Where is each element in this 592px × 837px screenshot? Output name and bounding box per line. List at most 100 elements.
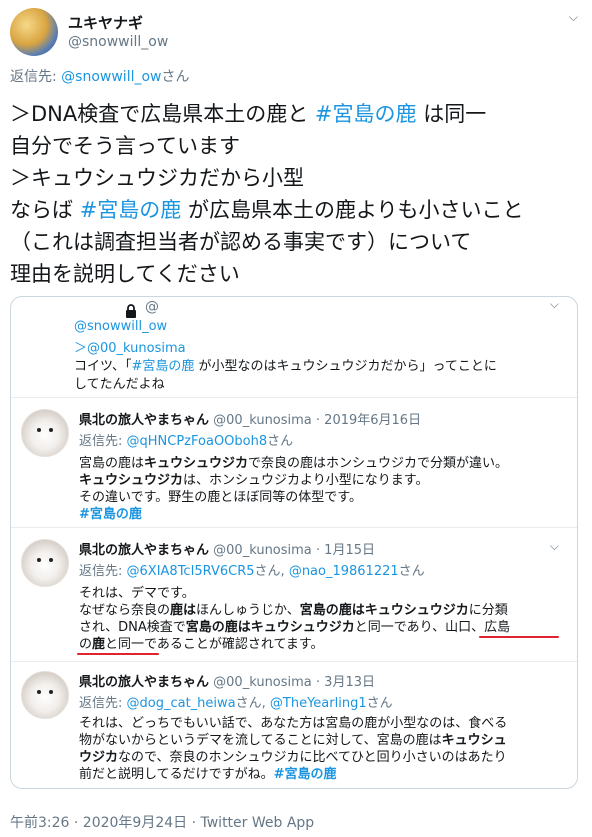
divider [11, 397, 577, 398]
text: ＞DNA検査で広島県本土の鹿と [10, 102, 315, 126]
text: ならば [10, 198, 80, 222]
reply-to: 返信先: @6XIA8TcI5RV6CR5さん, @nao_19861221さん [79, 560, 425, 579]
avatar[interactable] [10, 8, 58, 56]
text: 返信先: [79, 696, 127, 711]
text: さん [267, 434, 294, 449]
text-line: それは、デマです。 [79, 586, 195, 601]
hashtag-link[interactable]: #宮島の鹿 [274, 767, 337, 782]
text-line: 前だと説明してるだけですがね。#宮島の鹿 [79, 766, 559, 783]
text: 物がないからというデマを流してることに対して、宮島の鹿は [79, 733, 442, 748]
text: コイツ、「 [74, 359, 132, 374]
hashtag-link[interactable]: #宮島の鹿 [80, 198, 182, 222]
text: なので、奈良のホンシュウジカに比べてひと回り小さいのはあたり [118, 750, 507, 765]
handle-date[interactable]: @00_kunosima · 3月13日 [213, 675, 375, 690]
tweet-text: ＞DNA検査で広島県本土の鹿と #宮島の鹿 は同一 自分でそう言っています ＞キ… [10, 98, 582, 290]
reply-to: 返信先: @qHNCPzFoaOOboh8さん [79, 430, 293, 449]
avatar[interactable] [21, 409, 69, 457]
text: 鹿は [170, 603, 197, 618]
tweet-line: ＞キュウシュウジカだから小型 [10, 166, 304, 190]
text: 前だと説明してるだけですがね。 [79, 767, 274, 782]
tweet-line: 自分でそう言っています [10, 134, 240, 158]
reply-author: 県北の旅人やまちゃん @00_kunosima · 3月13日 [79, 671, 375, 690]
text: は同一 [416, 102, 487, 126]
reply-tweet[interactable]: 県北の旅人やまちゃん @00_kunosima · 1月15日 ⌵ 返信先: @… [11, 539, 577, 659]
chevron-down-icon[interactable]: ⌵ [569, 10, 578, 25]
tweet-line: ＞DNA検査で広島県本土の鹿と #宮島の鹿 は同一 [10, 98, 582, 130]
text: 返信先: [79, 434, 127, 449]
mention-link[interactable]: @nao_19861221 [289, 564, 399, 579]
text: と同一であることが確認されてます。 [105, 637, 324, 652]
display-name[interactable]: ユキヤナギ [68, 12, 143, 33]
reply-text: それは、デマです。 なぜなら奈良の鹿はほんしゅうじか、宮島の鹿はキュウシュウジカ… [79, 585, 559, 653]
hashtag-link[interactable]: #宮島の鹿 [131, 359, 194, 374]
reply-tweet[interactable]: 県北の旅人やまちゃん @00_kunosima · 3月13日 返信先: @do… [11, 671, 577, 786]
mention-link[interactable]: @TheYearling1 [270, 696, 367, 711]
tweet-line: （これは調査担当者が認める事実です）について [10, 230, 472, 254]
text: が広島県本土の鹿よりも小さいこと [181, 198, 524, 222]
text: キュウシュ [441, 733, 507, 748]
red-underline [479, 636, 559, 638]
text: さん, [254, 564, 289, 579]
quoted-tweet-top: @ ⌵ @snowwill_ow ＞@00_kunosima コイツ、「#宮島の… [11, 297, 577, 397]
tweet-line: 理由を説明してください [10, 262, 240, 286]
text-line: ウジカなので、奈良のホンシュウジカに比べてひと回り小さいのはあたり [79, 749, 559, 766]
reply-to: 返信先: @dog_cat_heiwaさん, @TheYearling1さん [79, 692, 393, 711]
quoted-handle: @ [145, 299, 159, 315]
reply-to: 返信先: @snowwill_owさん [10, 66, 190, 86]
text-line: その違いです。野生の鹿とほぼ同等の体型です。 [79, 490, 363, 505]
tweet-timestamp[interactable]: 午前3:26 · 2020年9月24日 · Twitter Web App [10, 812, 314, 832]
text: ウジカ [79, 750, 119, 765]
text: さん, [235, 696, 270, 711]
text: なぜなら奈良の [79, 603, 171, 618]
hashtag-link[interactable]: #宮島の鹿 [79, 507, 142, 522]
quoted-text-line: ＞@00_kunosima [74, 337, 186, 356]
display-name[interactable]: 県北の旅人やまちゃん [79, 675, 209, 690]
text-line: それは、どっちでもいい話で、あなた方は宮島の鹿が小型なのは、食べる [79, 716, 508, 731]
text-line: キュウシュウジカは、ホンシュウジカより小型になります。 [79, 472, 559, 489]
text: 宮島の鹿はキュウシュウジカ [299, 603, 469, 618]
text: で奈良の鹿はホンシュウジカで分類が違い。 [248, 456, 509, 471]
text: ほんしゅうじか、 [196, 603, 300, 618]
reply-tweet[interactable]: 県北の旅人やまちゃん @00_kunosima · 2019年6月16日 返信先… [11, 409, 577, 529]
text: は、ホンシュウジカより小型になります。 [183, 473, 429, 488]
text-line: 宮島の鹿はキュウシュウジカで奈良の鹿はホンシュウジカで分類が違い。 [79, 455, 559, 472]
display-name[interactable]: 県北の旅人やまちゃん [79, 413, 209, 428]
text-line: 物がないからというデマを流してることに対して、宮島の鹿はキュウシュ [79, 732, 559, 749]
lock-icon [126, 304, 136, 318]
text: の [79, 637, 93, 652]
mention-link[interactable]: @6XIA8TcI5RV6CR5 [127, 564, 255, 579]
reply-author: 県北の旅人やまちゃん @00_kunosima · 2019年6月16日 [79, 409, 421, 428]
avatar[interactable] [21, 671, 69, 719]
chevron-down-icon[interactable]: ⌵ [550, 539, 559, 554]
reply-to-prefix: 返信先: [10, 69, 62, 85]
text-line: の鹿と同一であることが確認されてます。 [79, 636, 559, 653]
user-handle[interactable]: @snowwill_ow [68, 34, 168, 50]
text: 宮島の鹿は [79, 456, 145, 471]
mention-link[interactable]: ＞@00_kunosima [74, 341, 186, 356]
text: さん [366, 696, 393, 711]
text: さん [398, 564, 425, 579]
quoted-tweet-card[interactable]: @ ⌵ @snowwill_ow ＞@00_kunosima コイツ、「#宮島の… [10, 296, 578, 789]
mention-link[interactable]: @qHNCPzFoaOOboh8 [127, 434, 268, 449]
divider [11, 527, 577, 528]
tweet-line: ならば #宮島の鹿 が広島県本土の鹿よりも小さいこと [10, 194, 582, 226]
reply-to-user[interactable]: @snowwill_ow [61, 69, 161, 85]
text: が小型なのはキュウシュウジカだから」ってことに [194, 359, 497, 374]
chevron-down-icon[interactable]: ⌵ [550, 297, 559, 312]
mention-link[interactable]: @snowwill_ow [74, 319, 167, 334]
text-line: され、DNA検査で宮島の鹿はキュウシュウジカと同一であり、山口、広島 [79, 619, 559, 636]
divider [11, 661, 577, 662]
text-line: なぜなら奈良の鹿はほんしゅうじか、宮島の鹿はキュウシュウジカに分類 [79, 602, 559, 619]
hashtag-link[interactable]: #宮島の鹿 [315, 102, 417, 126]
text: され、DNA検査で [79, 620, 186, 635]
avatar[interactable] [21, 539, 69, 587]
handle-date[interactable]: @00_kunosima · 2019年6月16日 [213, 413, 421, 428]
reply-text: それは、どっちでもいい話で、あなた方は宮島の鹿が小型なのは、食べる 物がないから… [79, 715, 559, 783]
text: 返信先: [79, 564, 127, 579]
display-name[interactable]: 県北の旅人やまちゃん [79, 543, 209, 558]
text: 鹿 [92, 637, 106, 652]
reply-to-suffix: さん [161, 69, 190, 85]
text: キュウシュウジカ [144, 456, 249, 471]
handle-date[interactable]: @00_kunosima · 1月15日 [213, 543, 375, 558]
mention-link[interactable]: @dog_cat_heiwa [127, 696, 236, 711]
